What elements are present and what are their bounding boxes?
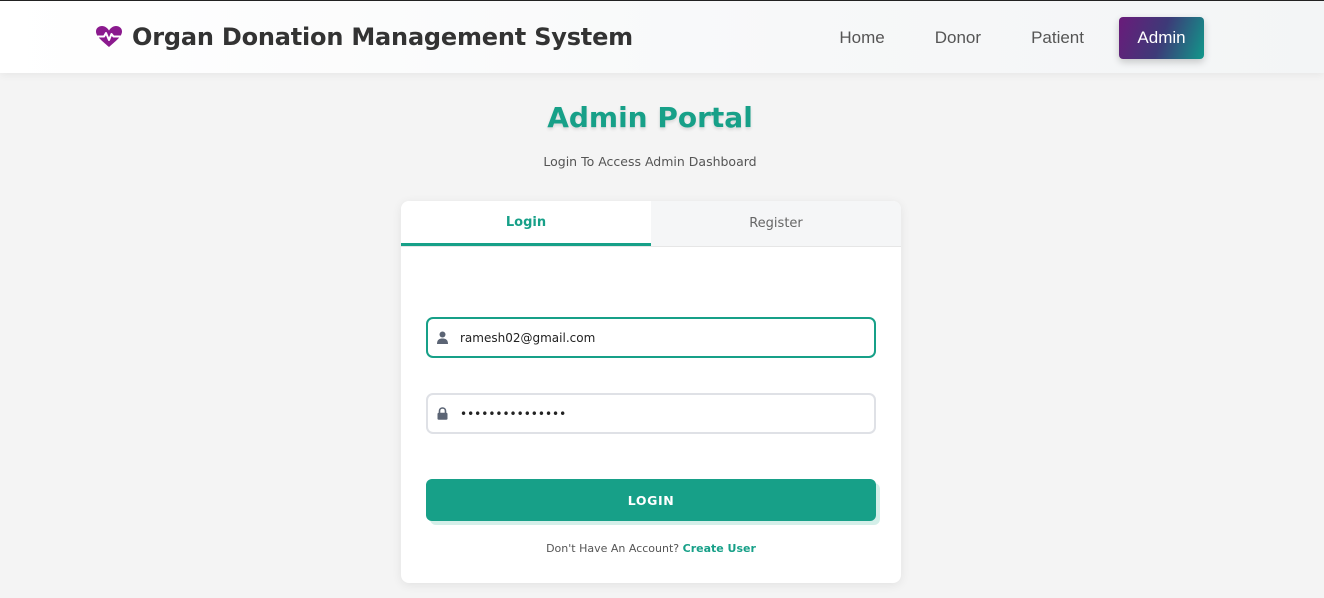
nav-patient[interactable]: Patient [1031, 28, 1084, 48]
page-subtitle: Login To Access Admin Dashboard [543, 154, 757, 169]
email-field[interactable] [426, 317, 876, 358]
password-input[interactable] [460, 406, 874, 421]
app-title: Organ Donation Management System [132, 23, 633, 51]
signup-prompt-text: Don't Have An Account? [546, 542, 680, 555]
login-button[interactable]: LOGIN [426, 479, 876, 521]
tab-login[interactable]: Login [401, 201, 651, 246]
create-user-link[interactable]: Create User [683, 542, 756, 555]
password-field[interactable] [426, 393, 876, 434]
tab-register[interactable]: Register [651, 201, 901, 246]
lock-icon [436, 407, 449, 420]
main-nav: Home Donor Patient Admin [789, 17, 1204, 59]
nav-home[interactable]: Home [839, 28, 884, 48]
heartbeat-icon [95, 25, 123, 49]
nav-donor[interactable]: Donor [935, 28, 981, 48]
brand[interactable]: Organ Donation Management System [95, 21, 633, 53]
auth-tabs: Login Register [401, 201, 901, 247]
login-card: Login Register LOGIN Don't Have An Accou… [401, 201, 901, 583]
top-navbar: Organ Donation Management System Home Do… [0, 0, 1324, 73]
user-icon [436, 331, 449, 344]
page-title: Admin Portal [547, 101, 753, 134]
nav-admin[interactable]: Admin [1119, 17, 1204, 59]
email-input[interactable] [460, 330, 874, 345]
signup-prompt: Don't Have An Account? Create User [401, 542, 901, 555]
